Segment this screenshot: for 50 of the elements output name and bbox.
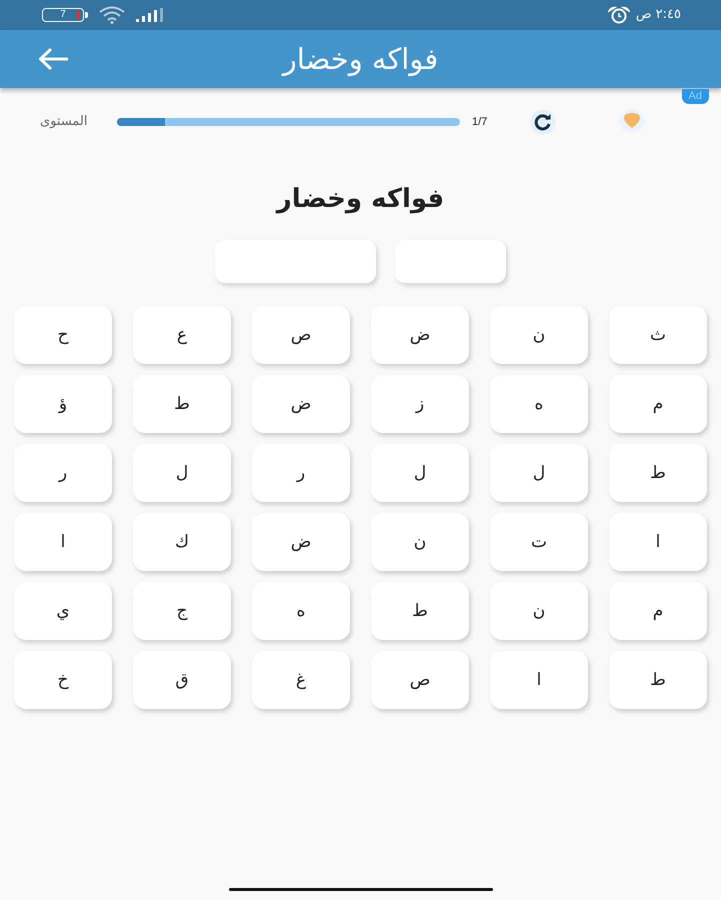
wifi-icon [98,6,126,24]
letter-tile[interactable]: ط [133,375,231,433]
letter-tile[interactable]: م [609,375,707,433]
letter-tile[interactable]: ر [14,444,112,502]
letter-tile[interactable]: ث [609,306,707,364]
letter-tile[interactable]: ض [371,306,469,364]
letter-tile[interactable]: ع [133,306,231,364]
answer-box[interactable] [215,240,376,283]
letter-tile[interactable]: ت [490,513,588,571]
letter-tile[interactable]: ي [14,582,112,640]
letter-tile[interactable]: ط [609,651,707,709]
letter-tile[interactable]: ص [371,651,469,709]
letter-tile[interactable]: ه [252,582,350,640]
alarm-clock-icon [608,6,630,24]
letter-tile[interactable]: ؤ [14,375,112,433]
letter-tile[interactable]: ل [133,444,231,502]
level-label: المستوى [40,114,88,130]
letter-tile[interactable]: ط [609,444,707,502]
letter-tile[interactable]: ق [133,651,231,709]
signal-icon [136,8,166,22]
status-time: ٢:٤٥ ص [636,7,681,23]
letter-tile[interactable]: ط [371,582,469,640]
letter-tile[interactable]: ج [133,582,231,640]
letter-tile[interactable]: ل [371,444,469,502]
battery-level-text: 7 [60,9,66,21]
back-arrow-icon [38,48,68,70]
letter-tile[interactable]: ن [371,513,469,571]
letter-tile[interactable]: ا [490,651,588,709]
letter-tile[interactable]: ه [490,375,588,433]
letter-tile[interactable]: ك [133,513,231,571]
refresh-icon[interactable] [530,109,556,135]
letter-tile[interactable]: ا [609,513,707,571]
letter-tile[interactable]: ص [252,306,350,364]
screen-title: فواكه وخضار [282,41,438,77]
letter-tile[interactable]: ن [490,582,588,640]
level-count: 1/7 [472,115,488,129]
bulb-icon[interactable] [619,110,646,134]
letter-tile[interactable]: م [609,582,707,640]
category-title: فواكه وخضار [276,183,444,215]
letter-tile[interactable]: ل [490,444,588,502]
letter-tile[interactable]: ح [14,306,112,364]
letter-tile[interactable]: غ [252,651,350,709]
answer-box[interactable] [395,240,506,283]
letter-tile[interactable]: خ [14,651,112,709]
letter-tile[interactable]: ض [252,513,350,571]
letter-tile[interactable]: ا [14,513,112,571]
letter-tile[interactable]: ض [252,375,350,433]
letter-tile[interactable]: ر [252,444,350,502]
letter-tile[interactable]: ز [371,375,469,433]
letter-tile[interactable]: ن [490,306,588,364]
